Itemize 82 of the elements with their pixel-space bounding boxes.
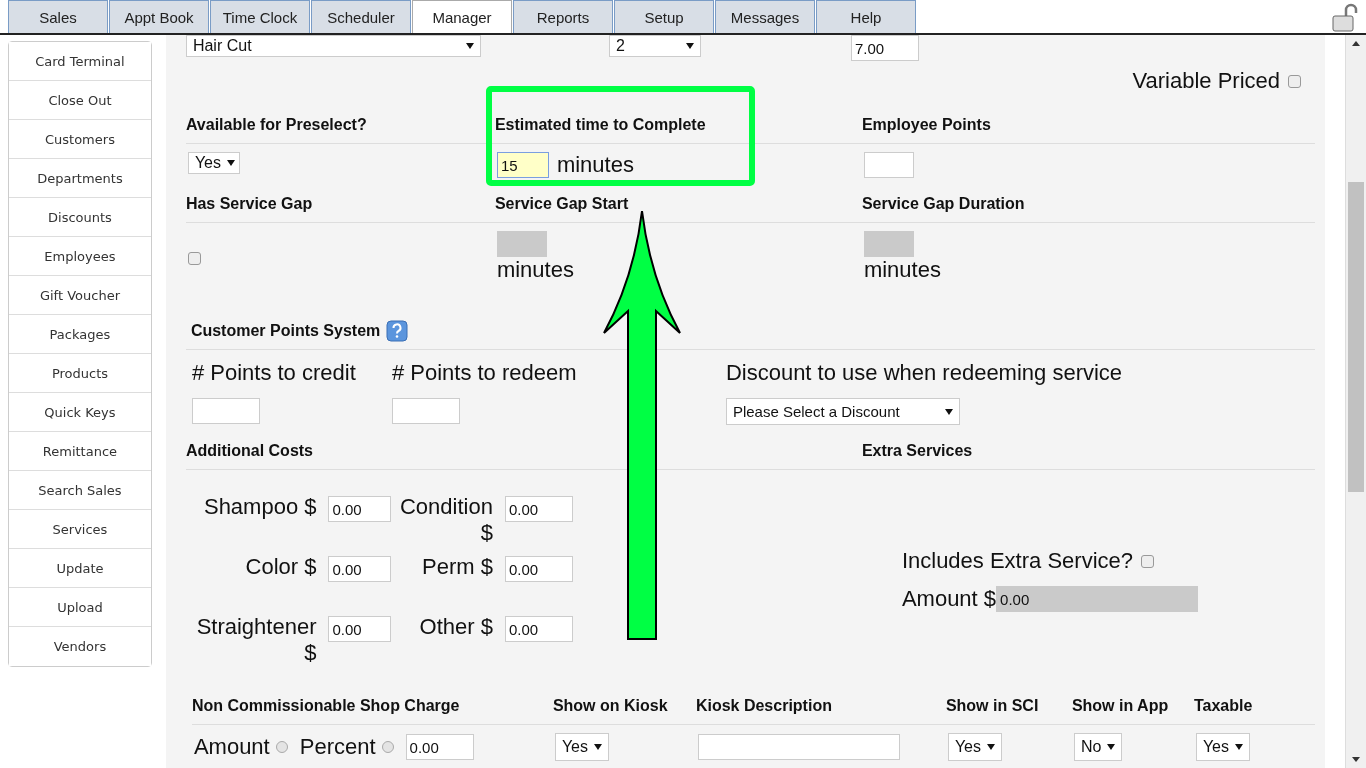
price-field[interactable]: 7.00: [850, 35, 919, 61]
cost-field[interactable]: 0.00: [504, 496, 573, 522]
gap-start-field[interactable]: [496, 231, 547, 257]
variable-priced-label: Variable Priced: [1132, 68, 1280, 94]
nav-tab[interactable]: Setup: [614, 0, 714, 33]
flag-select[interactable]: No: [1073, 733, 1123, 761]
preselect-select[interactable]: Yes: [187, 152, 240, 174]
minutes-field[interactable]: 15: [496, 152, 549, 178]
points-credit-label: # Points to credit: [191, 360, 357, 386]
flag-select[interactable]: Yes: [554, 733, 609, 761]
nav-tab[interactable]: Help: [816, 0, 916, 33]
cost-label: Condition $: [398, 494, 493, 546]
column-heading: Show in App: [1071, 697, 1170, 715]
minutes-label: minutes: [496, 257, 575, 283]
preselect-heading: Available for Preselect?: [185, 116, 368, 134]
padlock-icon[interactable]: [1330, 3, 1360, 33]
nav-tab[interactable]: Reports: [513, 0, 613, 33]
cost-field[interactable]: 0.00: [504, 556, 573, 582]
cost-label: Color $: [244, 554, 317, 580]
cost-label: Perm $: [420, 554, 493, 580]
cost-label: Other $: [418, 614, 493, 640]
discount-select[interactable]: Please Select a Discount: [725, 398, 960, 425]
flag-select[interactable]: Yes: [947, 733, 1002, 761]
nav-tab[interactable]: Sales: [8, 0, 108, 33]
cost-field[interactable]: 0.00: [328, 496, 391, 522]
points-credit-field[interactable]: [191, 398, 260, 424]
customer-points-heading: Customer Points System: [190, 322, 381, 340]
column-heading: Taxable: [1193, 697, 1254, 715]
estimated-time-heading: Estimated time to Complete: [494, 116, 707, 134]
kiosk-description-field[interactable]: [697, 734, 900, 760]
radio-label: Amount: [193, 734, 270, 760]
nav-tab[interactable]: Scheduler: [311, 0, 411, 33]
caret-icon: [1107, 744, 1116, 750]
caret-icon: [1235, 744, 1243, 750]
cost-label: Straightener $: [195, 614, 317, 666]
shop-charge-field[interactable]: 0.00: [405, 734, 474, 760]
cost-label: Shampoo $: [202, 494, 317, 520]
flag-select[interactable]: Yes: [1195, 733, 1250, 761]
shop-charge-heading: Non Commissionable Shop Charge: [191, 697, 461, 715]
quantity-select[interactable]: 2: [608, 35, 701, 57]
extra-service-checkbox[interactable]: [1141, 554, 1154, 568]
caret-icon: [465, 43, 474, 49]
variable-priced-checkbox[interactable]: [1288, 74, 1301, 88]
sidebar-item[interactable]: Card Terminal: [9, 42, 151, 81]
caret-icon: [227, 160, 235, 166]
cost-field[interactable]: 0.00: [328, 616, 391, 642]
additional-costs-heading: Additional Costs: [185, 442, 314, 460]
amount-label: Amount $: [901, 586, 997, 612]
discount-label: Discount to use when redeeming service: [725, 360, 1123, 386]
extra-service-label: Includes Extra Service?: [901, 548, 1133, 574]
amount-field[interactable]: 0.00: [996, 586, 1199, 612]
caret-icon: [685, 43, 694, 49]
gap-duration-field[interactable]: [863, 231, 914, 257]
caret-icon: [944, 408, 953, 415]
cost-field[interactable]: 0.00: [328, 556, 391, 582]
nav-tab[interactable]: Time Clock: [210, 0, 310, 33]
column-heading: Show in SCI: [945, 697, 1040, 715]
scrollbar[interactable]: [1345, 35, 1366, 768]
points-redeem-field[interactable]: [391, 398, 460, 424]
nav-tab[interactable]: Messages: [715, 0, 815, 33]
minutes-label: minutes: [556, 152, 634, 178]
caret-icon: [594, 744, 602, 750]
nav-tab[interactable]: Appt Book: [109, 0, 209, 33]
radio-button[interactable]: [275, 741, 288, 753]
extra-services-heading: Extra Services: [861, 442, 973, 460]
column-heading: Show on Kiosk: [552, 697, 669, 715]
employee-points-field[interactable]: [863, 152, 914, 178]
column-heading: Kiosk Description: [695, 697, 833, 715]
minutes-label: minutes: [863, 257, 941, 283]
radio-button[interactable]: [381, 741, 394, 753]
radio-label: Percent: [299, 734, 376, 760]
service-gap-checkbox[interactable]: [187, 252, 201, 265]
points-redeem-label: # Points to redeem: [391, 360, 578, 386]
service-select[interactable]: Hair Cut: [185, 35, 481, 57]
nav-tab[interactable]: Manager: [412, 0, 512, 33]
gap-start-heading: Service Gap Start: [494, 195, 630, 213]
gap-duration-heading: Service Gap Duration: [861, 195, 1025, 213]
service-gap-heading: Has Service Gap: [185, 195, 314, 213]
cost-field[interactable]: 0.00: [504, 616, 573, 642]
help-icon[interactable]: [386, 320, 409, 342]
employee-points-heading: Employee Points: [861, 116, 991, 134]
caret-icon: [987, 744, 995, 750]
